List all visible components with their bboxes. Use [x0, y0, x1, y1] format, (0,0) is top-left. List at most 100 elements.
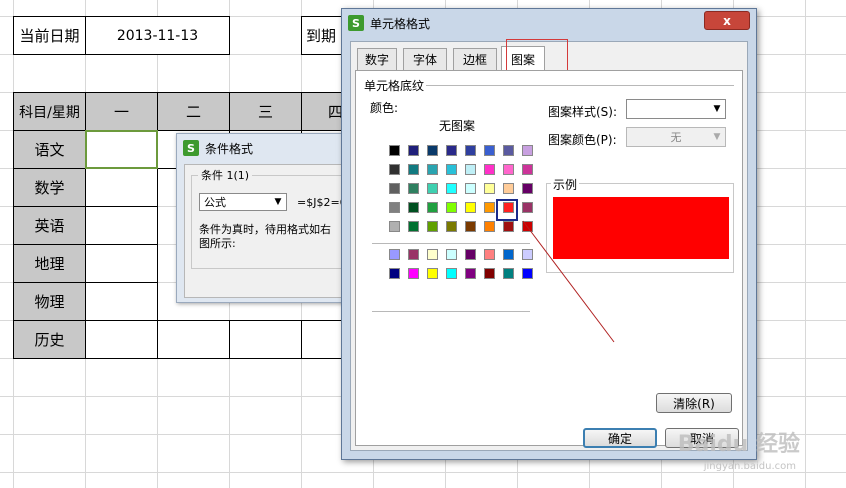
- color-swatch[interactable]: [465, 268, 476, 279]
- color-swatch[interactable]: [465, 221, 476, 232]
- color-swatch[interactable]: [427, 268, 438, 279]
- wps-s-icon: S: [348, 15, 364, 31]
- color-swatch[interactable]: [408, 268, 419, 279]
- color-swatch[interactable]: [427, 202, 438, 213]
- color-swatch[interactable]: [408, 202, 419, 213]
- formula-text[interactable]: =$J$2=6: [297, 196, 347, 209]
- dialog-titlebar[interactable]: S 单元格格式: [342, 9, 756, 37]
- color-swatch[interactable]: [465, 249, 476, 260]
- color-swatch[interactable]: [389, 221, 400, 232]
- color-swatch[interactable]: [484, 268, 495, 279]
- subject-cell[interactable]: 数学: [13, 168, 86, 207]
- color-swatch[interactable]: [427, 249, 438, 260]
- color-swatch[interactable]: [484, 164, 495, 175]
- color-swatch[interactable]: [446, 164, 457, 175]
- subject-cell[interactable]: 语文: [13, 130, 86, 169]
- subject-cell[interactable]: 物理: [13, 282, 86, 321]
- color-swatch[interactable]: [408, 145, 419, 156]
- color-swatch[interactable]: [484, 202, 495, 213]
- subject-cell[interactable]: 地理: [13, 244, 86, 283]
- color-swatch[interactable]: [389, 268, 400, 279]
- color-swatch[interactable]: [446, 145, 457, 156]
- no-pattern-option[interactable]: 无图案: [439, 117, 475, 134]
- shading-section-title: 单元格底纹: [364, 79, 425, 93]
- pattern-style-select[interactable]: ▼: [626, 99, 726, 119]
- cond-dialog-title: 条件格式: [205, 141, 254, 156]
- tab-border[interactable]: 边框: [453, 48, 497, 70]
- color-swatch[interactable]: [522, 145, 533, 156]
- watermark-logo: Baidu 经验: [677, 432, 800, 457]
- color-swatch[interactable]: [389, 145, 400, 156]
- color-swatch[interactable]: [484, 221, 495, 232]
- color-swatch[interactable]: [427, 145, 438, 156]
- pattern-color-value: 无: [670, 131, 682, 144]
- color-swatch[interactable]: [427, 183, 438, 194]
- color-swatch[interactable]: [503, 249, 514, 260]
- color-swatch[interactable]: [408, 183, 419, 194]
- color-swatch[interactable]: [408, 221, 419, 232]
- table-cell[interactable]: [85, 168, 158, 207]
- color-swatch[interactable]: [446, 249, 457, 260]
- color-swatch[interactable]: [503, 268, 514, 279]
- table-cell[interactable]: [157, 320, 230, 359]
- color-swatch[interactable]: [522, 164, 533, 175]
- color-swatch[interactable]: [446, 268, 457, 279]
- tab-number[interactable]: 数字: [357, 48, 397, 70]
- day-header-3[interactable]: 三: [229, 92, 302, 131]
- pattern-style-label: 图案样式(S):: [548, 105, 618, 119]
- palette-divider: [372, 311, 530, 312]
- color-swatch[interactable]: [465, 145, 476, 156]
- color-swatch[interactable]: [427, 164, 438, 175]
- day-header-1[interactable]: 一: [85, 92, 158, 131]
- ok-button[interactable]: 确定: [583, 428, 657, 448]
- color-swatch[interactable]: [503, 183, 514, 194]
- close-button[interactable]: x: [704, 11, 750, 30]
- color-swatch[interactable]: [465, 164, 476, 175]
- selected-cell[interactable]: [85, 130, 158, 169]
- color-swatch[interactable]: [522, 183, 533, 194]
- color-swatch[interactable]: [484, 249, 495, 260]
- condition-hint-line2: 图所示:: [199, 237, 236, 250]
- table-cell[interactable]: [229, 320, 302, 359]
- color-swatch[interactable]: [408, 249, 419, 260]
- color-swatch[interactable]: [446, 202, 457, 213]
- date-value-cell[interactable]: 2013-11-13: [85, 16, 230, 55]
- pattern-color-select[interactable]: 无 ▼: [626, 127, 726, 147]
- subject-cell[interactable]: 英语: [13, 206, 86, 245]
- color-swatch[interactable]: [389, 202, 400, 213]
- color-swatch[interactable]: [389, 249, 400, 260]
- condition-type-select[interactable]: 公式 ▼: [199, 193, 287, 211]
- color-swatch[interactable]: [465, 183, 476, 194]
- color-swatch[interactable]: [465, 202, 476, 213]
- color-swatch[interactable]: [522, 268, 533, 279]
- selected-color-highlight: [496, 199, 518, 221]
- table-cell[interactable]: [85, 206, 158, 245]
- color-swatch[interactable]: [522, 249, 533, 260]
- color-swatch[interactable]: [446, 183, 457, 194]
- clear-button[interactable]: 清除(R): [656, 393, 732, 413]
- color-swatch[interactable]: [503, 221, 514, 232]
- corner-header-cell[interactable]: 科目/星期: [13, 92, 86, 131]
- color-swatch[interactable]: [522, 221, 533, 232]
- color-swatch[interactable]: [503, 164, 514, 175]
- table-cell[interactable]: [85, 282, 158, 321]
- dropdown-arrow-icon: ▼: [713, 132, 721, 142]
- color-swatch[interactable]: [446, 221, 457, 232]
- subject-cell[interactable]: 历史: [13, 320, 86, 359]
- sample-label: 示例: [551, 176, 580, 193]
- table-cell[interactable]: [85, 244, 158, 283]
- color-swatch[interactable]: [427, 221, 438, 232]
- tab-font[interactable]: 字体: [403, 48, 447, 70]
- color-swatch[interactable]: [503, 145, 514, 156]
- color-swatch[interactable]: [389, 164, 400, 175]
- sample-group: 示例: [546, 176, 734, 273]
- color-swatch[interactable]: [522, 202, 533, 213]
- table-cell[interactable]: [85, 320, 158, 359]
- day-header-2[interactable]: 二: [157, 92, 230, 131]
- color-swatch[interactable]: [484, 183, 495, 194]
- color-swatch[interactable]: [484, 145, 495, 156]
- color-swatch[interactable]: [389, 183, 400, 194]
- date-label-cell[interactable]: 当前日期: [13, 16, 86, 55]
- dropdown-arrow-icon: ▼: [274, 197, 282, 207]
- color-swatch[interactable]: [408, 164, 419, 175]
